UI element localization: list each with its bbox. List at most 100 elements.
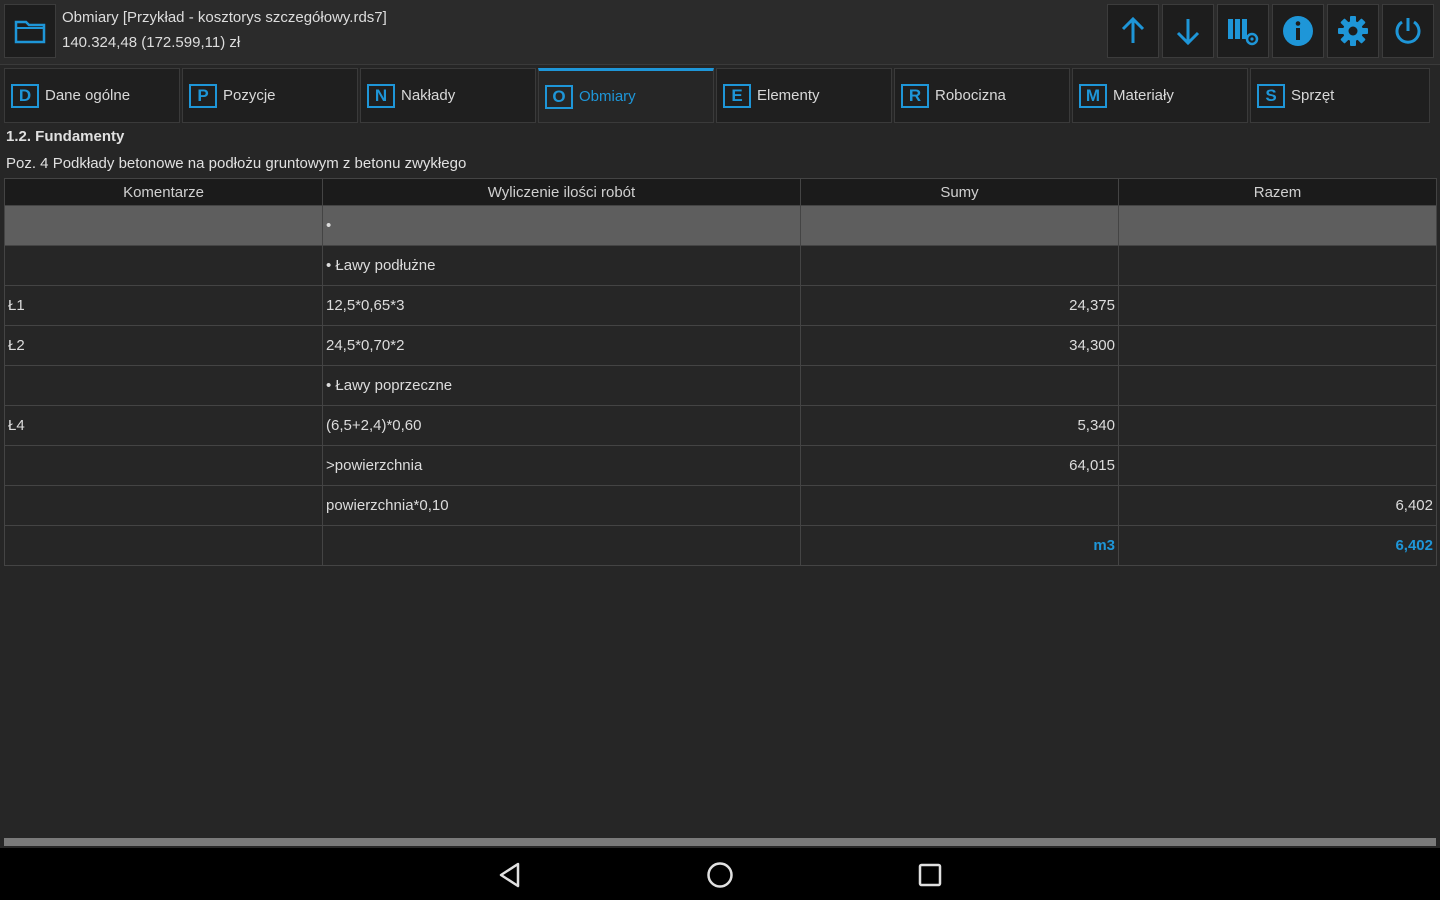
settings-button[interactable]: [1327, 4, 1379, 58]
tab-label: Sprzęt: [1291, 87, 1335, 104]
cell-comment[interactable]: [4, 525, 323, 566]
measurements-table: Komentarze Wyliczenie ilości robót Sumy …: [4, 178, 1437, 566]
tab-elementy[interactable]: E Elementy: [716, 68, 892, 123]
column-header-total[interactable]: Razem: [1118, 178, 1437, 206]
cell-sum[interactable]: 24,375: [800, 285, 1119, 326]
horizontal-scrollbar[interactable]: [4, 838, 1436, 846]
cell-total[interactable]: [1118, 365, 1437, 406]
cell-comment[interactable]: Ł2: [4, 325, 323, 366]
cell-comment[interactable]: [4, 485, 323, 526]
cell-calculation[interactable]: powierzchnia*0,10: [322, 485, 801, 526]
folder-icon: [14, 20, 46, 44]
section-title: 1.2. Fundamenty: [6, 128, 125, 145]
table-row[interactable]: • Ławy poprzeczne: [4, 365, 1437, 406]
cell-total[interactable]: 6,402: [1118, 485, 1437, 526]
exit-button[interactable]: [1382, 4, 1434, 58]
power-icon: [1395, 18, 1421, 44]
tab-label: Obmiary: [579, 88, 636, 105]
column-header-calculation[interactable]: Wyliczenie ilości robót: [322, 178, 801, 206]
tab-label: Nakłady: [401, 87, 456, 104]
columns-settings-icon: [1228, 19, 1259, 46]
document-total: 140.324,48 (172.599,11) zł: [62, 34, 241, 51]
column-header-comments[interactable]: Komentarze: [4, 178, 323, 206]
cell-calculation[interactable]: (6,5+2,4)*0,60: [322, 405, 801, 446]
document-title: Obmiary [Przykład - kosztorys szczegółow…: [62, 9, 387, 26]
summary-row[interactable]: m3 6,402: [4, 525, 1437, 566]
cell-total[interactable]: [1118, 405, 1437, 446]
table-row[interactable]: •: [4, 205, 1437, 246]
tab-key: N: [367, 83, 395, 108]
table-header-row: Komentarze Wyliczenie ilości robót Sumy …: [4, 178, 1437, 206]
home-button[interactable]: [696, 856, 744, 894]
move-up-button[interactable]: [1107, 4, 1159, 58]
android-nav-bar: [0, 848, 1440, 900]
recents-button[interactable]: [906, 856, 954, 894]
cell-comment[interactable]: [4, 365, 323, 406]
tab-label: Dane ogólne: [45, 87, 131, 104]
tab-key: O: [545, 84, 573, 109]
info-button[interactable]: [1272, 4, 1324, 58]
table-row[interactable]: Ł1 12,5*0,65*3 24,375: [4, 285, 1437, 326]
arrow-down-icon: [1176, 19, 1200, 46]
table-row[interactable]: Ł2 24,5*0,70*2 34,300: [4, 325, 1437, 366]
columns-settings-button[interactable]: [1217, 4, 1269, 58]
cell-unit[interactable]: m3: [800, 525, 1119, 566]
table-row[interactable]: powierzchnia*0,10 6,402: [4, 485, 1437, 526]
cell-calculation[interactable]: >powierzchnia: [322, 445, 801, 486]
tab-obmiary[interactable]: O Obmiary: [538, 68, 714, 123]
cell-comment[interactable]: [4, 245, 323, 286]
move-down-button[interactable]: [1162, 4, 1214, 58]
back-triangle-icon: [499, 862, 520, 888]
tab-key: S: [1257, 83, 1285, 108]
table-row[interactable]: >powierzchnia 64,015: [4, 445, 1437, 486]
info-icon: [1283, 16, 1313, 46]
cell-calculation[interactable]: 12,5*0,65*3: [322, 285, 801, 326]
cell-comment[interactable]: [4, 445, 323, 486]
gear-icon: [1338, 16, 1368, 46]
tab-dane-ogolne[interactable]: D Dane ogólne: [4, 68, 180, 123]
cell-sum[interactable]: [800, 205, 1119, 246]
tab-pozycje[interactable]: P Pozycje: [182, 68, 358, 123]
cell-total[interactable]: [1118, 325, 1437, 366]
back-button[interactable]: [486, 856, 534, 894]
open-file-button[interactable]: [4, 4, 56, 58]
cell-calculation[interactable]: • Ławy poprzeczne: [322, 365, 801, 406]
cell-calculation[interactable]: •: [322, 205, 801, 246]
recents-square-icon: [918, 863, 942, 887]
tab-label: Elementy: [757, 87, 820, 104]
table-row[interactable]: • Ławy podłużne: [4, 245, 1437, 286]
home-circle-icon: [707, 862, 733, 888]
cell-comment[interactable]: [4, 205, 323, 246]
table-row[interactable]: Ł4 (6,5+2,4)*0,60 5,340: [4, 405, 1437, 446]
cell-grand-total[interactable]: 6,402: [1118, 525, 1437, 566]
cell-comment[interactable]: Ł1: [4, 285, 323, 326]
column-header-sums[interactable]: Sumy: [800, 178, 1119, 206]
cell-calculation[interactable]: • Ławy podłużne: [322, 245, 801, 286]
tab-key: P: [189, 83, 217, 108]
tab-key: R: [901, 83, 929, 108]
cell-comment[interactable]: Ł4: [4, 405, 323, 446]
tab-key: D: [11, 83, 39, 108]
cell-total[interactable]: [1118, 245, 1437, 286]
tab-key: M: [1079, 83, 1107, 108]
tab-naklady[interactable]: N Nakłady: [360, 68, 536, 123]
cell-calculation[interactable]: [322, 525, 801, 566]
tab-key: E: [723, 83, 751, 108]
cell-total[interactable]: [1118, 285, 1437, 326]
tab-label: Robocizna: [935, 87, 1006, 104]
tab-robocizna[interactable]: R Robocizna: [894, 68, 1070, 123]
tab-sprzet[interactable]: S Sprzęt: [1250, 68, 1430, 123]
cell-sum[interactable]: [800, 485, 1119, 526]
arrow-up-icon: [1121, 16, 1145, 43]
cell-total[interactable]: [1118, 205, 1437, 246]
cell-sum[interactable]: 64,015: [800, 445, 1119, 486]
cell-sum[interactable]: 5,340: [800, 405, 1119, 446]
cell-total[interactable]: [1118, 445, 1437, 486]
tab-materialy[interactable]: M Materiały: [1072, 68, 1248, 123]
cell-sum[interactable]: [800, 245, 1119, 286]
position-title: Poz. 4 Podkłady betonowe na podłożu grun…: [6, 155, 467, 172]
cell-sum[interactable]: 34,300: [800, 325, 1119, 366]
cell-calculation[interactable]: 24,5*0,70*2: [322, 325, 801, 366]
tab-label: Pozycje: [223, 87, 276, 104]
cell-sum[interactable]: [800, 365, 1119, 406]
